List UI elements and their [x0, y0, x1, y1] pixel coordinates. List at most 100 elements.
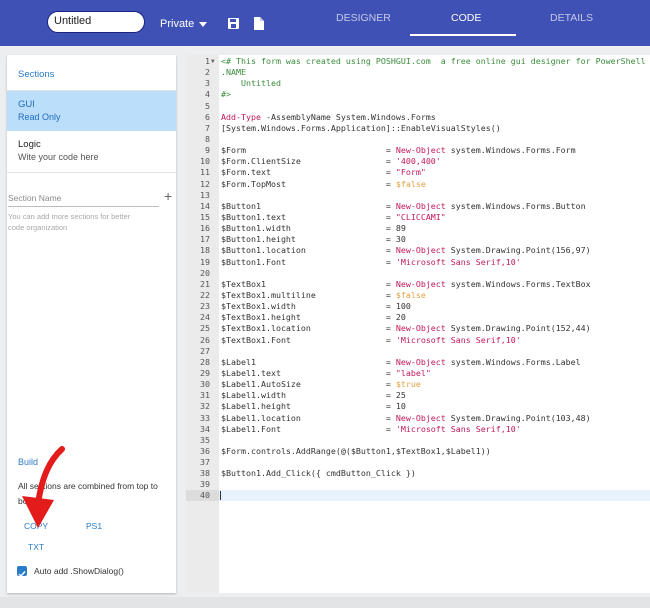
sidebar-item-logic[interactable]: Logic Wite your code here: [7, 131, 176, 171]
code-line[interactable]: 34 $Label1.Font = 'Microsoft Sans Serif,1…: [186, 424, 650, 435]
code-text: $Button1.Font = 'Microsoft Sans Serif,10…: [221, 257, 521, 268]
code-token: $true: [395, 379, 421, 390]
line-number: 36: [200, 445, 210, 456]
code-text: $Form = New-Object system.Windows.Forms.…: [221, 145, 576, 156]
code-token: $Label1.height = 10: [221, 401, 406, 412]
code-line[interactable]: 31 $Label1.width = 25: [186, 390, 650, 401]
sidebar-item-subtitle: Wite your code here: [18, 152, 99, 162]
code-text: $Label1.location = New-Object System.Dra…: [221, 413, 591, 424]
code-line[interactable]: 18 $Button1.location = New-Object System.…: [186, 245, 650, 256]
ps1-button[interactable]: PS1: [86, 521, 102, 531]
code-line[interactable]: 6 Add-Type -AssemblyName System.Windows.F…: [186, 112, 650, 123]
tab-code[interactable]: CODE: [451, 12, 481, 24]
code-line[interactable]: 27: [186, 346, 650, 357]
section-name-underline: [8, 206, 159, 207]
fold-arrow-icon[interactable]: ▼: [211, 56, 215, 67]
code-line[interactable]: 16 $Button1.width = 89: [186, 223, 650, 234]
code-line[interactable]: 11 $Form.text = "Form": [186, 167, 650, 178]
code-line[interactable]: 3 Untitled: [186, 78, 650, 89]
code-line[interactable]: 8: [186, 134, 650, 145]
code-token: .NAME: [221, 67, 246, 78]
auto-add-checkbox[interactable]: [17, 566, 27, 578]
line-number: 39: [200, 479, 210, 490]
code-text: $Form.ClientSize = '400,400': [221, 156, 441, 167]
code-line[interactable]: 1 ▼ <# This form was created using POSHGUI…: [186, 56, 650, 67]
add-section-icon[interactable]: +: [164, 189, 172, 203]
code-token: $TextBox1.Font =: [221, 334, 396, 345]
line-number: 3: [205, 78, 210, 89]
code-line[interactable]: 13: [186, 190, 650, 201]
line-number: 1: [205, 56, 210, 66]
code-line[interactable]: 24 $TextBox1.height = 20: [186, 312, 650, 323]
code-line[interactable]: 7 [System.Windows.Forms.Application]::Ena…: [186, 123, 650, 134]
code-line[interactable]: 39: [186, 479, 650, 490]
code-token: '400,400': [395, 156, 441, 167]
code-line[interactable]: 20: [186, 268, 650, 279]
save-icon[interactable]: [228, 18, 239, 29]
code-line[interactable]: 38 $Button1.Add_Click({ cmdButton_Click }…: [186, 468, 650, 479]
code-line[interactable]: 26 $TextBox1.Font = 'Microsoft Sans Serif…: [186, 335, 650, 346]
line-number: 12: [200, 178, 210, 189]
code-line[interactable]: 35: [186, 435, 650, 446]
code-token: $Label1.width = 25: [221, 390, 406, 401]
code-text: .NAME: [221, 67, 246, 78]
code-editor[interactable]: 1 ▼ <# This form was created using POSHGUI…: [186, 55, 650, 593]
code-line[interactable]: 15 $Button1.text = "CLICCAMI": [186, 212, 650, 223]
code-line[interactable]: 17 $Button1.height = 30: [186, 234, 650, 245]
code-token: System.Drawing.Point(156,97): [445, 245, 591, 256]
code-line[interactable]: 5: [186, 101, 650, 112]
sidebar-item-gui[interactable]: GUI Read Only: [7, 91, 176, 131]
code-line[interactable]: 25 $TextBox1.location = New-Object System…: [186, 323, 650, 334]
code-token: $Button1.width = 89: [221, 223, 406, 234]
divider: [7, 172, 176, 173]
txt-button[interactable]: TXT: [28, 542, 44, 552]
code-line[interactable]: 10 $Form.ClientSize = '400,400': [186, 156, 650, 167]
code-text: $TextBox1.width = 100: [221, 301, 411, 312]
chevron-down-icon[interactable]: [199, 22, 207, 27]
line-number: 23: [200, 301, 210, 312]
code-token: $Label1.AutoSize =: [221, 379, 396, 390]
code-line[interactable]: 21 $TextBox1 = New-Object system.Windows.…: [186, 279, 650, 290]
code-text: $Button1.text = "CLICCAMI": [221, 212, 446, 223]
code-line[interactable]: 2 .NAME: [186, 67, 650, 78]
code-line[interactable]: 9 $Form = New-Object system.Windows.Forms…: [186, 145, 650, 156]
code-line[interactable]: 19 $Button1.Font = 'Microsoft Sans Serif,…: [186, 257, 650, 268]
code-text: <# This form was created using POSHGUI.c…: [221, 56, 646, 67]
code-text: $Form.TopMost = $false: [221, 179, 426, 190]
code-text: [System.Windows.Forms.Application]::Enab…: [221, 123, 501, 134]
line-number: 9: [205, 145, 210, 156]
line-number: 29: [200, 367, 210, 378]
line-number: 22: [200, 289, 210, 300]
code-line[interactable]: 37: [186, 457, 650, 468]
code-text: $Label1.Font = 'Microsoft Sans Serif,10': [221, 424, 521, 435]
code-lines: 1 ▼ <# This form was created using POSHGUI…: [186, 56, 650, 502]
tab-designer[interactable]: DESIGNER: [336, 12, 391, 24]
code-line[interactable]: 40: [186, 490, 650, 501]
code-line[interactable]: 12 $Form.TopMost = $false: [186, 179, 650, 190]
active-tab-indicator: [410, 34, 516, 36]
code-line[interactable]: 32 $Label1.height = 10: [186, 401, 650, 412]
tab-details[interactable]: DETAILS: [550, 12, 593, 24]
line-number: 4: [205, 89, 210, 100]
code-line[interactable]: 4 #>: [186, 89, 650, 100]
form-title-input[interactable]: Untitled: [47, 11, 145, 33]
section-name-input[interactable]: Section Name: [8, 193, 61, 203]
line-number: 10: [200, 156, 210, 167]
code-line[interactable]: 30 $Label1.AutoSize = $true: [186, 379, 650, 390]
code-token: [System.Windows.Forms.Application]::Enab…: [221, 122, 501, 133]
visibility-dropdown-label[interactable]: Private: [160, 18, 194, 30]
sidebar-item-title: GUI: [18, 99, 35, 110]
line-number: 17: [200, 234, 210, 245]
line-number: 19: [200, 256, 210, 267]
code-token: $Form =: [221, 145, 396, 156]
code-line[interactable]: 14 $Button1 = New-Object system.Windows.F…: [186, 201, 650, 212]
new-file-icon[interactable]: [254, 17, 264, 30]
code-line[interactable]: 36 $Form.controls.AddRange(@($Button1,$Te…: [186, 446, 650, 457]
code-line[interactable]: 33 $Label1.location = New-Object System.D…: [186, 413, 650, 424]
code-text: $TextBox1 = New-Object system.Windows.Fo…: [221, 279, 591, 290]
code-line[interactable]: 22 $TextBox1.multiline = $false: [186, 290, 650, 301]
code-line[interactable]: 29 $Label1.text = "label": [186, 368, 650, 379]
line-number: 24: [200, 312, 210, 323]
code-line[interactable]: 23 $TextBox1.width = 100: [186, 301, 650, 312]
code-line[interactable]: 28 $Label1 = New-Object system.Windows.Fo…: [186, 357, 650, 368]
